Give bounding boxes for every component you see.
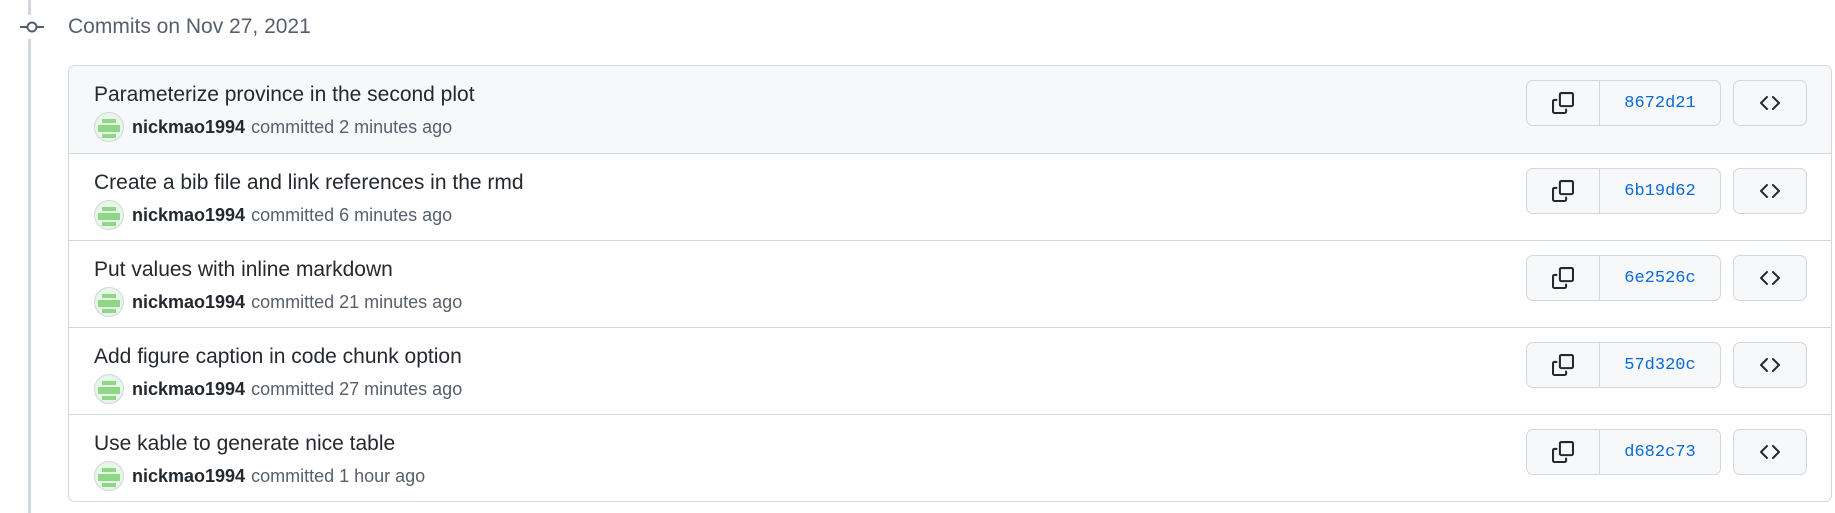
commit-time: 2 minutes ago	[339, 116, 453, 137]
commit-action: committed	[251, 116, 335, 137]
copy-sha-button[interactable]	[1527, 169, 1600, 213]
commit-actions: 6b19d62	[1526, 168, 1807, 214]
commit-actions: 57d320c	[1526, 342, 1807, 388]
commit-actions: 6e2526c	[1526, 255, 1807, 301]
copy-sha-button[interactable]	[1527, 81, 1600, 125]
author-link[interactable]: nickmao1994	[132, 379, 245, 400]
git-commit-icon	[20, 15, 44, 39]
avatar[interactable]	[94, 287, 124, 317]
sha-button-group: 8672d21	[1526, 80, 1721, 126]
commit-action: committed	[251, 204, 335, 225]
code-icon	[1760, 445, 1780, 459]
commit-action: committed	[251, 291, 335, 312]
commit-sha-link[interactable]: 6e2526c	[1600, 256, 1720, 300]
copy-icon	[1552, 180, 1574, 202]
timeline-header: Commits on Nov 27, 2021	[20, 10, 311, 44]
commit-list: Parameterize province in the second plot…	[68, 65, 1832, 502]
commit-sha-link[interactable]: 6b19d62	[1600, 169, 1720, 213]
commit-sha-link[interactable]: 8672d21	[1600, 81, 1720, 125]
commit-title-link[interactable]: Add figure caption in code chunk option	[94, 345, 462, 369]
commit-action: committed	[251, 378, 335, 399]
copy-icon	[1552, 441, 1574, 463]
sha-button-group: 6e2526c	[1526, 255, 1721, 301]
avatar[interactable]	[94, 374, 124, 404]
copy-sha-button[interactable]	[1527, 343, 1600, 387]
copy-icon	[1552, 354, 1574, 376]
commit-row: Parameterize province in the second plot…	[69, 66, 1831, 153]
commit-row: Create a bib file and link references in…	[69, 153, 1831, 240]
code-icon	[1760, 96, 1780, 110]
avatar[interactable]	[94, 461, 124, 491]
commit-meta: nickmao1994 committed 6 minutes ago	[94, 200, 452, 230]
sha-button-group: 57d320c	[1526, 342, 1721, 388]
browse-repo-button[interactable]	[1733, 342, 1807, 388]
code-icon	[1760, 271, 1780, 285]
commit-time: 27 minutes ago	[339, 378, 463, 399]
commit-action: committed	[251, 465, 335, 486]
copy-sha-button[interactable]	[1527, 430, 1600, 474]
commit-title-link[interactable]: Put values with inline markdown	[94, 258, 393, 282]
timeline-line	[28, 0, 31, 513]
commit-title-link[interactable]: Use kable to generate nice table	[94, 432, 395, 456]
code-icon	[1760, 184, 1780, 198]
commits-date-heading: Commits on Nov 27, 2021	[68, 15, 311, 38]
commit-meta: nickmao1994 committed 2 minutes ago	[94, 112, 452, 142]
commit-sha-link[interactable]: d682c73	[1600, 430, 1720, 474]
commit-row: Use kable to generate nice table nickmao…	[69, 414, 1831, 501]
commit-actions: 8672d21	[1526, 80, 1807, 126]
browse-repo-button[interactable]	[1733, 168, 1807, 214]
copy-icon	[1552, 267, 1574, 289]
commit-meta: nickmao1994 committed 1 hour ago	[94, 461, 425, 491]
commit-time: 1 hour ago	[339, 465, 426, 486]
sha-button-group: 6b19d62	[1526, 168, 1721, 214]
avatar[interactable]	[94, 112, 124, 142]
commit-meta: nickmao1994 committed 21 minutes ago	[94, 287, 462, 317]
commit-sha-link[interactable]: 57d320c	[1600, 343, 1720, 387]
author-link[interactable]: nickmao1994	[132, 205, 245, 226]
commit-actions: d682c73	[1526, 429, 1807, 475]
commit-time: 21 minutes ago	[339, 291, 463, 312]
sha-button-group: d682c73	[1526, 429, 1721, 475]
browse-repo-button[interactable]	[1733, 80, 1807, 126]
code-icon	[1760, 358, 1780, 372]
commit-row: Add figure caption in code chunk option …	[69, 327, 1831, 414]
commit-title-link[interactable]: Create a bib file and link references in…	[94, 171, 524, 195]
browse-repo-button[interactable]	[1733, 429, 1807, 475]
author-link[interactable]: nickmao1994	[132, 117, 245, 138]
author-link[interactable]: nickmao1994	[132, 292, 245, 313]
commit-title-link[interactable]: Parameterize province in the second plot	[94, 83, 475, 107]
commit-meta: nickmao1994 committed 27 minutes ago	[94, 374, 462, 404]
commit-time: 6 minutes ago	[339, 204, 453, 225]
copy-sha-button[interactable]	[1527, 256, 1600, 300]
commit-row: Put values with inline markdown nickmao1…	[69, 240, 1831, 327]
copy-icon	[1552, 92, 1574, 114]
browse-repo-button[interactable]	[1733, 255, 1807, 301]
author-link[interactable]: nickmao1994	[132, 466, 245, 487]
avatar[interactable]	[94, 200, 124, 230]
